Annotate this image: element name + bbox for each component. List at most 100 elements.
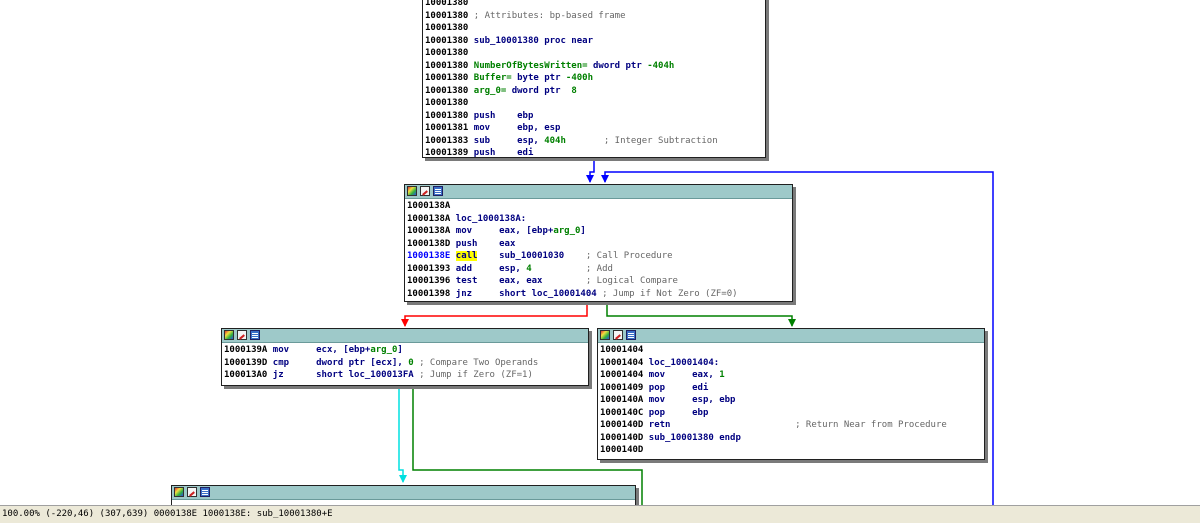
status-bar: 100.00% (-220,46) (307,639) 0000138E 100…	[0, 505, 1200, 523]
code-line[interactable]: 10001380	[425, 47, 763, 60]
line-address: 10001380	[425, 73, 469, 83]
line-address: 1000138A	[407, 226, 451, 236]
code-block-return[interactable]: 10001404 10001404 loc_10001404: 10001404 m…	[597, 328, 985, 460]
line-instruction: add esp, 4	[450, 263, 532, 274]
line-address: 10001380	[425, 10, 469, 21]
code-line[interactable]: 10001404	[600, 344, 982, 357]
code-line[interactable]: 1000140D	[600, 444, 982, 457]
block-titlebar[interactable]	[172, 486, 635, 500]
line-address: 10001404	[600, 357, 644, 368]
line-address: 1000139A	[224, 345, 268, 355]
edge-arrow	[399, 475, 407, 483]
code-block-partial[interactable]	[171, 485, 636, 505]
code-line[interactable]: 10001398 jnz short loc_10001404 ; Jump i…	[407, 288, 790, 301]
line-instruction: arg_0= dword ptr 8	[468, 85, 577, 96]
line-instruction: mov eax, [ebp+arg_0]	[450, 226, 586, 236]
code-line[interactable]: 10001380 NumberOfBytesWritten= dword ptr…	[425, 60, 763, 73]
code-block-body: 1000139A mov ecx, [ebp+arg_0] 1000139D cm…	[222, 343, 588, 383]
line-address: 1000140A	[600, 395, 644, 405]
line-comment: ; Add	[531, 263, 613, 274]
line-instruction: jnz short loc_10001404	[450, 288, 597, 299]
code-block-function-header[interactable]: 10001380 10001380 ; Attributes: bp-based…	[422, 0, 766, 158]
text-view-icon[interactable]	[626, 330, 636, 340]
text-view-icon[interactable]	[433, 186, 443, 196]
code-line[interactable]: 1000138A mov eax, [ebp+arg_0]	[407, 225, 790, 238]
line-comment: ; Logical Compare	[542, 276, 678, 286]
line-instruction: mov ecx, [ebp+arg_0]	[267, 345, 403, 355]
code-line[interactable]: 1000138A loc_1000138A:	[407, 213, 790, 226]
line-instruction: sub_10001380 endp	[643, 432, 741, 443]
block-titlebar[interactable]	[598, 329, 984, 343]
line-instruction: cmp dword ptr [ecx], 0	[267, 357, 414, 368]
code-block-loop[interactable]: 1000138A 1000138A loc_1000138A: 1000138A m…	[404, 184, 793, 302]
code-line[interactable]: 1000139D cmp dword ptr [ecx], 0 ; Compar…	[224, 357, 586, 370]
edit-color-icon[interactable]	[613, 330, 623, 340]
graph-icon[interactable]	[600, 330, 610, 340]
edit-color-icon[interactable]	[420, 186, 430, 196]
code-line[interactable]: 1000140C pop ebp	[600, 407, 982, 420]
edge-arrow	[586, 175, 594, 183]
code-line[interactable]: 10001396 test eax, eax ; Logical Compare	[407, 275, 790, 288]
code-line[interactable]: 10001380	[425, 22, 763, 35]
line-instruction: pop ebp	[643, 407, 709, 418]
line-address: 10001409	[600, 382, 644, 393]
code-block-body: 10001404 10001404 loc_10001404: 10001404 m…	[598, 343, 984, 458]
code-line[interactable]: 10001383 sub esp, 404h ; Integer Subtrac…	[425, 135, 763, 148]
code-line[interactable]: 1000138E call sub_10001030 ; Call Proced…	[407, 250, 790, 263]
text-view-icon[interactable]	[250, 330, 260, 340]
block-titlebar[interactable]	[222, 329, 588, 343]
line-address: 10001404	[600, 345, 644, 355]
code-block-body: 10001380 10001380 ; Attributes: bp-based…	[423, 0, 765, 161]
edge-arrow	[788, 319, 796, 327]
line-address: 1000140D	[600, 420, 644, 430]
code-line[interactable]: 1000140A mov esp, ebp	[600, 394, 982, 407]
code-line[interactable]: 1000140D sub_10001380 endp	[600, 432, 982, 445]
line-address: 10001380	[425, 85, 469, 96]
line-address: 1000138A	[407, 213, 451, 224]
code-line[interactable]: 10001389 push edi	[425, 147, 763, 160]
line-comment: ; Jump if Not Zero (ZF=0)	[596, 288, 738, 299]
line-address: 100013A0	[224, 370, 268, 380]
line-instruction: mov ebp, esp	[468, 123, 561, 133]
graph-icon[interactable]	[174, 487, 184, 497]
code-line[interactable]: 10001380 sub_10001380 proc near	[425, 35, 763, 48]
line-address: 10001380	[425, 98, 469, 108]
line-comment: ; Integer Subtraction	[565, 135, 718, 146]
graph-icon[interactable]	[224, 330, 234, 340]
code-line[interactable]: 10001380 ; Attributes: bp-based frame	[425, 10, 763, 23]
code-line[interactable]: 1000140D retn ; Return Near from Procedu…	[600, 419, 982, 432]
code-block-check-arg[interactable]: 1000139A mov ecx, [ebp+arg_0] 1000139D cm…	[221, 328, 589, 386]
line-address: 10001380	[425, 110, 469, 121]
edit-color-icon[interactable]	[187, 487, 197, 497]
code-line[interactable]: 10001380 push ebp	[425, 110, 763, 123]
code-line[interactable]: 100013A0 jz short loc_100013FA ; Jump if…	[224, 369, 586, 382]
line-address: 10001389	[425, 148, 469, 158]
code-line[interactable]: 1000138A	[407, 200, 790, 213]
code-line[interactable]: 10001380	[425, 0, 763, 10]
line-instruction: Buffer= byte ptr -400h	[468, 73, 594, 83]
text-view-icon[interactable]	[200, 487, 210, 497]
code-line[interactable]: 10001393 add esp, 4 ; Add	[407, 263, 790, 276]
code-line[interactable]: 1000138D push eax	[407, 238, 790, 251]
line-address: 10001380	[425, 23, 469, 33]
graph-coords: (-220,46) (307,639)	[45, 509, 149, 519]
code-line[interactable]: 10001380	[425, 97, 763, 110]
graph-view[interactable]: 10001380 10001380 ; Attributes: bp-based…	[0, 0, 1200, 505]
graph-icon[interactable]	[407, 186, 417, 196]
line-instruction: NumberOfBytesWritten= dword ptr -404h	[468, 60, 675, 71]
edge-loop-to-left	[404, 303, 588, 326]
code-line[interactable]: 1000139A mov ecx, [ebp+arg_0]	[224, 344, 586, 357]
line-instruction: call sub_10001030	[455, 251, 565, 261]
edit-color-icon[interactable]	[237, 330, 247, 340]
code-line[interactable]: 10001380 Buffer= byte ptr -400h	[425, 72, 763, 85]
code-line[interactable]: 10001380 arg_0= dword ptr 8	[425, 85, 763, 98]
code-line[interactable]: 10001404 mov eax, 1	[600, 369, 982, 382]
line-address: 1000138D	[407, 238, 451, 249]
code-line[interactable]: 10001409 pop edi	[600, 382, 982, 395]
line-instruction: mov eax, 1	[643, 370, 725, 380]
code-line[interactable]: 10001404 loc_10001404:	[600, 357, 982, 370]
block-titlebar[interactable]	[405, 185, 792, 199]
code-line[interactable]: 10001381 mov ebp, esp	[425, 122, 763, 135]
zoom-level: 100.00%	[2, 509, 40, 519]
line-address: 1000139D	[224, 357, 268, 368]
